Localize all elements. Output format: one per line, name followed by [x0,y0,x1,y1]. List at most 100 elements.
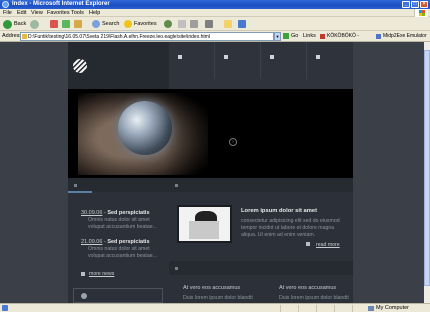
back-label: Back [14,21,27,27]
minimize-icon[interactable]: _ [402,1,410,8]
band-square-icon [175,267,178,270]
back-arrow-icon [3,19,12,29]
nav-item-2[interactable] [215,42,261,79]
windows-logo-icon [414,9,428,17]
address-bar: Address ▼ Go Links KÖKÖBÖKÖ - Midp2Exe E… [0,31,430,42]
news-text: Omnis natus dolor sit amet volupat accus… [88,217,157,230]
section-band [68,178,353,192]
nav-item-4[interactable] [307,42,353,79]
mail-icon [178,20,186,28]
stop-button[interactable] [50,19,58,29]
status-pane [280,305,298,312]
emulator-icon [376,33,381,39]
news-date[interactable]: 21.09.06 [81,239,102,245]
menu-bar: File Edit View Favorites Tools Help [0,9,430,17]
toolbar: Back Search Favorites [0,17,430,31]
news-headline: Sed perspiciatis [107,239,150,245]
address-dropdown-icon[interactable]: ▼ [274,32,281,41]
nav-item-1[interactable] [169,42,215,79]
home-icon [74,20,82,28]
favorites-button[interactable]: Favorites [124,19,157,29]
print-button[interactable] [190,19,198,29]
mail-button[interactable] [178,19,186,29]
band-square-icon [74,184,77,187]
forward-button[interactable] [30,19,39,29]
emulator-button[interactable]: Midp2Exe Emulator [376,33,427,39]
close-icon[interactable]: × [420,1,428,8]
folder-icon [224,20,232,28]
edit-icon [205,20,213,28]
links-button[interactable]: Links [303,33,316,39]
nav-item-3[interactable] [261,42,307,79]
page-viewport: › 30.09.06 - Sed perspiciatis Omnis natu… [0,42,424,303]
menu-file[interactable]: File [3,10,12,16]
hero-banner: › [68,89,353,178]
more-news-link[interactable]: more news [89,271,114,277]
hero-fade [163,89,243,178]
globe-logo-icon[interactable] [73,59,87,73]
status-pane [298,305,316,312]
page-done-icon [2,305,8,311]
plugin-button[interactable]: KÖKÖBÖKÖ - [320,33,359,39]
nav-square-icon [178,55,182,59]
menu-favorites[interactable]: Favorites [47,10,70,16]
document-icon [306,242,310,246]
ie-icon [2,1,9,8]
vertical-scrollbar[interactable] [424,42,430,303]
scrollbar-thumb[interactable] [424,50,430,286]
maximize-icon[interactable]: □ [411,1,419,8]
home-button[interactable] [74,19,82,29]
edit-button[interactable] [205,19,213,29]
feature-title: Lorem ipsum dolor sit amet [241,208,318,214]
column-title: At vero eos accusamus [183,285,241,291]
writing-photo [177,205,232,243]
next-arrow-icon[interactable]: › [229,138,237,146]
menu-edit[interactable]: Edit [17,10,26,16]
go-label: Go [291,33,299,39]
folder-button[interactable] [224,19,232,29]
column-title: At vero eos accusamus [279,285,337,291]
menu-tools[interactable]: Tools [71,10,84,16]
favorites-label: Favorites [134,21,157,27]
status-pane [334,305,352,312]
bottom-left-box [73,288,163,303]
print-icon [190,20,198,28]
nav-bar [169,42,353,89]
zone-label: My Computer [376,305,410,311]
news-item: 30.09.06 - Sed perspiciatis Omnis natus … [81,210,169,231]
star-icon [124,20,132,28]
go-arrow-icon [283,33,289,39]
bottom-column-2: At vero eos accusamus Duis lorem ipsum d… [279,285,349,301]
read-more-link[interactable]: read more [316,242,340,248]
messenger-button[interactable] [238,19,246,29]
search-button[interactable]: Search [92,19,119,29]
nav-square-icon [224,55,228,59]
menu-help[interactable]: Help [89,10,100,16]
feature-text: consectetur adipisicing elit sed do eius… [241,218,340,238]
plugin-label: KÖKÖBÖKÖ - [327,33,359,39]
website: › 30.09.06 - Sed perspiciatis Omnis natu… [68,42,353,303]
section-band-2 [169,261,353,275]
news-list: 30.09.06 - Sed perspiciatis Omnis natus … [81,210,169,268]
search-label: Search [102,21,120,27]
refresh-button[interactable] [62,19,70,29]
page-icon [22,34,27,39]
window-title: Index - Microsoft Internet Explorer [12,1,110,7]
accent-bar [68,191,92,193]
go-button[interactable]: Go [283,33,298,39]
status-pane [352,305,366,312]
band-square-icon [175,184,178,187]
address-input[interactable] [20,32,274,41]
stop-icon [50,20,58,28]
news-text: Omnis natus dolor sit amet volupat accus… [88,246,157,259]
news-date[interactable]: 30.09.06 [81,210,102,216]
column-text: Duis lorem ipsum dolor blandit [183,295,253,301]
bottom-column-1: At vero eos accusamus Duis lorem ipsum d… [183,285,253,301]
column-text: Duis lorem ipsum dolor blandit [279,295,349,301]
status-bar: My Computer [0,303,430,312]
menu-view[interactable]: View [31,10,43,16]
site-header-left [68,42,169,89]
back-button[interactable]: Back [3,19,26,29]
history-button[interactable] [164,19,172,29]
news-item: 21.09.06 - Sed perspiciatis Omnis natus … [81,239,169,260]
